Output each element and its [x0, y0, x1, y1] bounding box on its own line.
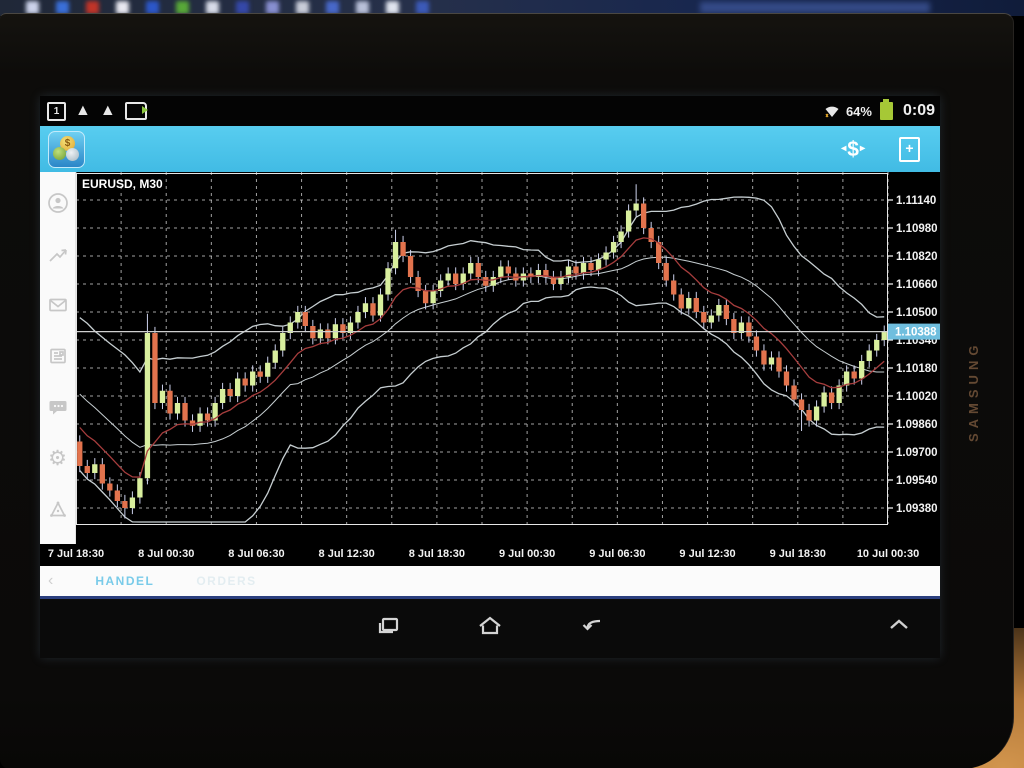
chevron-left-icon[interactable]: ‹	[48, 572, 53, 590]
time-axis: 7 Jul 18:30 8 Jul 00:30 8 Jul 06:30 8 Jul 1…	[40, 544, 940, 566]
main-area: ⚙︎ 1.11140 1.10980 1.10820 1.10660 1.10500	[40, 172, 940, 544]
status-bar-system: 64% 0:09	[824, 102, 940, 120]
time-axis-label: 8 Jul 00:30	[138, 548, 194, 560]
svg-text:1.09380: 1.09380	[896, 503, 938, 515]
warning-icon: ▲︎	[100, 103, 116, 119]
arrow-left-icon: ◂	[841, 144, 846, 154]
svg-text:1.10820: 1.10820	[896, 251, 938, 263]
notification-count-icon: 1	[47, 102, 66, 121]
screen-capture-icon	[125, 102, 147, 120]
new-order-icon[interactable]	[899, 137, 920, 162]
price-chart-svg: 1.11140 1.10980 1.10820 1.10660 1.10500 1.103…	[76, 172, 940, 544]
time-axis-label: 9 Jul 00:30	[499, 548, 555, 560]
price-chart[interactable]: 1.11140 1.10980 1.10820 1.10660 1.10500 1.103…	[76, 172, 940, 544]
chevron-up-icon	[886, 617, 912, 631]
newspaper-icon	[47, 345, 69, 367]
sidebar-item-settings[interactable]: ⚙︎	[47, 447, 69, 469]
status-bar-notifications: 1 ▲︎ ▲︎	[40, 102, 824, 121]
svg-text:1.10020: 1.10020	[896, 391, 938, 403]
home-button[interactable]	[477, 615, 503, 642]
sidebar-item-quotes[interactable]	[47, 192, 69, 214]
app-toolbar: $ ◂ $ ▸	[40, 126, 940, 172]
toolbar-actions: ◂ $ ▸	[841, 137, 940, 162]
svg-text:1.09860: 1.09860	[896, 419, 938, 431]
battery-percent-label: 64%	[846, 104, 872, 119]
time-axis-label: 10 Jul 00:30	[857, 548, 919, 560]
tablet-screen: 1 ▲︎ ▲︎ 64% 0:09 $	[40, 96, 940, 658]
sidebar-item-about[interactable]	[47, 498, 69, 520]
chat-bubble-icon	[47, 396, 69, 418]
time-axis-label: 9 Jul 18:30	[770, 548, 826, 560]
recent-apps-button[interactable]	[375, 615, 401, 642]
svg-text:1.10500: 1.10500	[896, 307, 938, 319]
svg-text:1.10388: 1.10388	[895, 327, 937, 339]
sidebar: ⚙︎	[40, 172, 76, 544]
network-triangle-icon	[47, 498, 69, 520]
sidebar-item-news[interactable]	[47, 345, 69, 367]
coin-icon	[66, 148, 79, 161]
person-circle-icon	[47, 192, 69, 214]
envelope-icon	[47, 294, 69, 316]
back-icon	[579, 615, 605, 637]
time-axis-label: 8 Jul 06:30	[228, 548, 284, 560]
background-window-blur	[700, 2, 930, 13]
wifi-icon	[824, 105, 840, 118]
sidebar-item-charts[interactable]	[47, 243, 69, 265]
trend-arrow-icon	[47, 243, 69, 265]
time-axis-label: 7 Jul 18:30	[48, 548, 104, 560]
tab-orders[interactable]: ORDERS	[196, 574, 256, 588]
coin-icon	[53, 147, 66, 160]
trade-icon[interactable]: ◂ $ ▸	[841, 139, 865, 160]
sidebar-item-chat[interactable]	[47, 396, 69, 418]
time-axis-label: 8 Jul 18:30	[409, 548, 465, 560]
samsung-logo: SAMSUNG	[966, 306, 1006, 476]
home-icon	[477, 615, 503, 637]
svg-text:1.11140: 1.11140	[896, 195, 936, 207]
svg-text:1.09540: 1.09540	[896, 475, 938, 487]
android-navbar	[40, 596, 940, 658]
svg-text:1.09700: 1.09700	[896, 447, 938, 459]
battery-icon	[880, 102, 893, 120]
recent-apps-icon	[375, 615, 401, 637]
status-bar: 1 ▲︎ ▲︎ 64% 0:09	[40, 96, 940, 126]
warning-icon: ▲︎	[75, 103, 91, 119]
svg-text:EURUSD, M30: EURUSD, M30	[82, 177, 163, 191]
svg-text:1.10180: 1.10180	[896, 363, 938, 375]
time-axis-label: 9 Jul 06:30	[589, 548, 645, 560]
bottom-tab-bar: ‹ HANDEL ORDERS	[40, 566, 940, 596]
back-button[interactable]	[579, 615, 605, 642]
photo-scene: SAMSUNG 1 ▲︎ ▲︎ 64% 0:09	[0, 0, 1024, 768]
time-axis-label: 8 Jul 12:30	[319, 548, 375, 560]
svg-text:1.10660: 1.10660	[896, 279, 938, 291]
tablet-bezel: SAMSUNG 1 ▲︎ ▲︎ 64% 0:09	[0, 13, 1014, 768]
metatrader-logo-icon[interactable]: $	[48, 131, 85, 168]
time-axis-label: 9 Jul 12:30	[679, 548, 735, 560]
gear-icon: ⚙︎	[48, 448, 67, 469]
sidebar-item-mail[interactable]	[47, 294, 69, 316]
clock-label: 0:09	[903, 102, 935, 120]
arrow-right-icon: ▸	[860, 144, 865, 154]
tab-handel[interactable]: HANDEL	[95, 574, 154, 588]
expand-button[interactable]	[886, 617, 912, 636]
svg-text:1.10980: 1.10980	[896, 223, 938, 235]
